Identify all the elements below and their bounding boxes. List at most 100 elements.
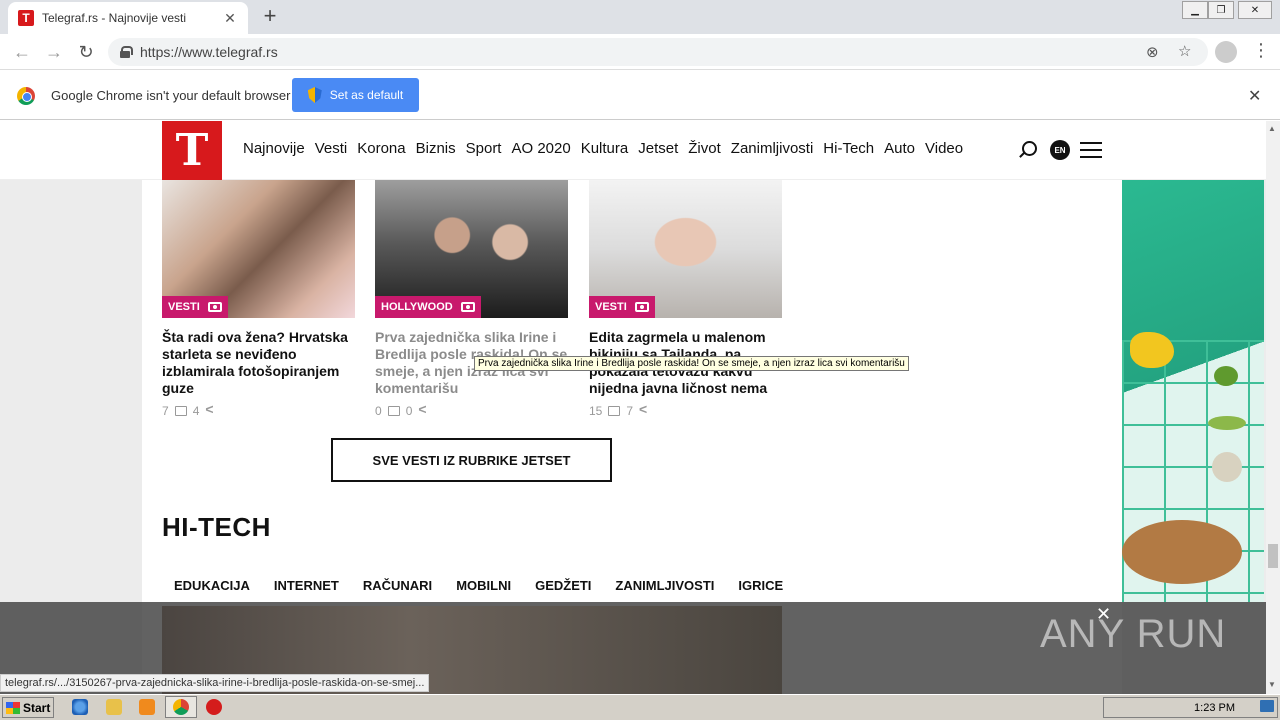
nav-jetset[interactable]: Jetset xyxy=(638,140,678,157)
cheese-board-image xyxy=(1122,520,1242,584)
set-as-default-label: Set as default xyxy=(329,88,404,102)
anyrun-watermark: ANY RUN xyxy=(1040,612,1227,656)
explorer-folder-icon[interactable] xyxy=(106,699,122,715)
subnav-mobilni[interactable]: MOBILNI xyxy=(456,578,511,593)
subnav-zanimljivosti[interactable]: ZANIMLJIVOSTI xyxy=(615,578,714,593)
lock-icon xyxy=(120,46,133,58)
telegraf-favicon-icon: T xyxy=(18,10,34,26)
search-icon[interactable] xyxy=(1022,141,1037,156)
subnav-internet[interactable]: INTERNET xyxy=(274,578,339,593)
link-status-bar: telegraf.rs/.../3150267-prva-zajednicka-… xyxy=(0,674,430,692)
share-count: 0 xyxy=(405,404,413,418)
section-title[interactable]: HI-TECH xyxy=(162,512,271,543)
card-meta-3: 15 7 xyxy=(589,401,651,418)
nav-hi-tech[interactable]: Hi-Tech xyxy=(823,140,874,157)
comment-count: 7 xyxy=(162,404,169,418)
subnav-gedzeti[interactable]: GEDŽETI xyxy=(535,578,591,593)
banana-image xyxy=(1130,332,1174,368)
all-jetset-news-button[interactable]: SVE VESTI IZ RUBRIKE JETSET xyxy=(331,438,612,482)
ie-icon[interactable] xyxy=(72,699,88,715)
reload-icon[interactable]: ↻ xyxy=(74,40,98,64)
shield-icon xyxy=(307,87,322,103)
comment-icon xyxy=(174,406,187,416)
nav-najnovije[interactable]: Najnovije xyxy=(243,140,305,157)
chrome-logo-icon xyxy=(17,87,35,105)
opera-icon[interactable] xyxy=(206,699,222,715)
share-icon[interactable] xyxy=(639,401,651,417)
category-label: VESTI xyxy=(595,301,627,313)
infobar-close-icon[interactable]: ✕ xyxy=(1248,86,1261,106)
link-tooltip: Prva zajednička slika Irine i Bredlija p… xyxy=(474,356,909,371)
tab-title: Telegraf.rs - Najnovije vesti xyxy=(42,11,187,25)
nav-ao-2020[interactable]: AO 2020 xyxy=(511,140,570,157)
share-count: 7 xyxy=(626,404,634,418)
browser-tab[interactable]: T Telegraf.rs - Najnovije vesti ✕ xyxy=(8,2,248,34)
hamburger-menu-icon[interactable] xyxy=(1080,142,1102,158)
nav-kultura[interactable]: Kultura xyxy=(581,140,629,157)
clock[interactable]: 1:23 PM xyxy=(1194,702,1235,714)
nav-korona[interactable]: Korona xyxy=(357,140,405,157)
tab-close-icon[interactable]: ✕ xyxy=(222,10,238,27)
category-badge-3[interactable]: VESTI xyxy=(589,296,655,318)
card-title-1[interactable]: Šta radi ova žena? Hrvatska starleta se … xyxy=(162,329,357,397)
show-desktop-icon[interactable] xyxy=(1260,700,1274,712)
nav-zanimljivosti[interactable]: Zanimljivosti xyxy=(731,140,814,157)
window-close-button[interactable]: ✕ xyxy=(1238,1,1272,19)
page-scrollbar[interactable] xyxy=(1266,121,1280,694)
start-button[interactable]: Start xyxy=(2,697,54,718)
minimize-button[interactable]: ▁ xyxy=(1182,1,1208,19)
category-badge-2[interactable]: HOLLYWOOD xyxy=(375,296,481,318)
share-icon[interactable] xyxy=(205,401,217,417)
infobar-message: Google Chrome isn't your default browser xyxy=(51,88,291,103)
telegraf-logo[interactable]: T xyxy=(162,121,222,180)
category-label: HOLLYWOOD xyxy=(381,301,453,313)
comment-icon xyxy=(608,406,621,416)
gallery-icon xyxy=(460,302,475,312)
set-as-default-button[interactable]: Set as default xyxy=(292,78,419,112)
cheese-ball-image xyxy=(1212,452,1242,482)
herb-image xyxy=(1208,416,1246,430)
category-label: VESTI xyxy=(168,301,200,313)
scroll-thumb[interactable] xyxy=(1268,544,1278,568)
subnav-racunari[interactable]: RAČUNARI xyxy=(363,578,432,593)
media-player-icon[interactable] xyxy=(139,699,155,715)
side-ad-banner[interactable] xyxy=(1122,180,1264,602)
chrome-icon[interactable] xyxy=(173,699,189,715)
subnav-igrice[interactable]: IGRICE xyxy=(738,578,783,593)
gallery-icon xyxy=(207,302,222,312)
address-bar[interactable]: https://www.telegraf.rs xyxy=(108,38,1208,66)
url-text: https://www.telegraf.rs xyxy=(140,44,278,60)
nav-sport[interactable]: Sport xyxy=(466,140,502,157)
nav-biznis[interactable]: Biznis xyxy=(416,140,456,157)
menu-icon[interactable]: ⋮ xyxy=(1252,40,1270,61)
category-badge-1[interactable]: VESTI xyxy=(162,296,228,318)
maximize-button[interactable]: ❐ xyxy=(1208,1,1234,19)
section-subnav: EDUKACIJA INTERNET RAČUNARI MOBILNI GEDŽ… xyxy=(174,578,783,593)
card-meta-1: 7 4 xyxy=(162,401,217,418)
scroll-down-icon[interactable]: ▼ xyxy=(1268,680,1276,689)
broccoli-image xyxy=(1214,366,1238,386)
blocked-content-icon[interactable]: ⊗ xyxy=(1146,43,1159,61)
forward-icon[interactable]: → xyxy=(42,40,66,64)
star-icon[interactable]: ☆ xyxy=(1178,42,1191,60)
nav-video[interactable]: Video xyxy=(925,140,963,157)
comment-icon xyxy=(387,406,400,416)
site-header: T Najnovije Vesti Korona Biznis Sport AO… xyxy=(0,121,1266,180)
new-tab-button[interactable]: + xyxy=(258,4,282,28)
language-en-button[interactable]: EN xyxy=(1050,140,1070,160)
nav-vesti[interactable]: Vesti xyxy=(315,140,348,157)
share-icon[interactable] xyxy=(418,401,430,417)
subnav-edukacija[interactable]: EDUKACIJA xyxy=(174,578,250,593)
nav-zivot[interactable]: Život xyxy=(688,140,721,157)
scroll-up-icon[interactable]: ▲ xyxy=(1268,124,1276,133)
overlay-close-icon[interactable]: ✕ xyxy=(1096,604,1111,625)
nav-auto[interactable]: Auto xyxy=(884,140,915,157)
windows-logo-icon xyxy=(6,701,20,714)
comment-count: 15 xyxy=(589,404,603,418)
profile-avatar[interactable] xyxy=(1215,41,1237,63)
card-meta-2: 0 0 xyxy=(375,401,430,418)
system-tray: 1:23 PM xyxy=(1103,697,1278,718)
main-nav: Najnovije Vesti Korona Biznis Sport AO 2… xyxy=(243,140,963,157)
back-icon[interactable]: ← xyxy=(10,40,34,64)
comment-count: 0 xyxy=(375,404,382,418)
